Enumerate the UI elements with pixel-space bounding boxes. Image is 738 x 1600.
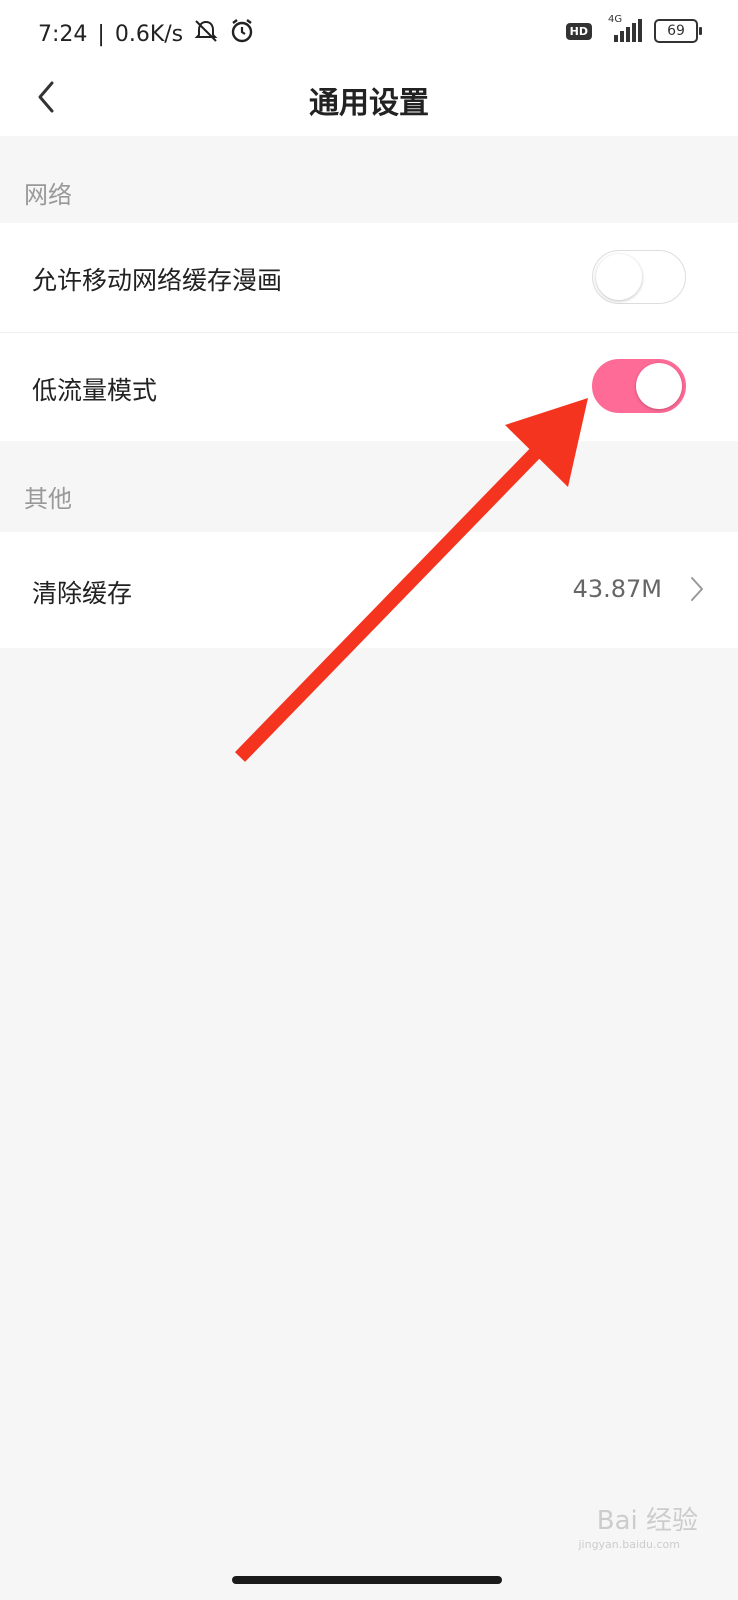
hd-badge: HD (565, 22, 592, 40)
signal-icon: 4G (602, 14, 644, 44)
alarm-icon (229, 18, 255, 50)
status-time: 7:24 (38, 21, 88, 47)
status-bar: 7:24 | 0.6K/s HD 4G 69 (0, 0, 738, 62)
setting-row-mobile-cache[interactable]: 允许移动网络缓存漫画 (0, 223, 738, 332)
clear-cache-label: 清除缓存 (32, 579, 133, 608)
status-left: 7:24 | 0.6K/s (38, 18, 255, 50)
section-header-network: 网络 (24, 181, 72, 209)
low-data-mode-label: 低流量模式 (32, 376, 158, 405)
setting-row-low-data-mode[interactable]: 低流量模式 (0, 333, 738, 441)
nav-bar: 通用设置 (0, 62, 738, 136)
mute-icon (193, 18, 219, 50)
toggle-knob (636, 363, 682, 409)
page-title: 通用设置 (309, 86, 429, 121)
low-data-mode-toggle[interactable] (592, 359, 686, 413)
battery-level: 69 (667, 23, 685, 39)
status-separator: | (97, 21, 105, 47)
watermark-logo: Bai 经验 (596, 1506, 698, 1536)
section-header-other: 其他 (24, 485, 72, 513)
home-indicator[interactable] (232, 1576, 502, 1584)
battery-icon: 69 (654, 19, 702, 43)
network-speed: 0.6K/s (114, 21, 184, 47)
status-right: HD 4G 69 (565, 14, 702, 44)
watermark-url: jingyan.baidu.com (578, 1538, 680, 1551)
mobile-cache-toggle[interactable] (592, 250, 686, 304)
mobile-cache-label: 允许移动网络缓存漫画 (32, 266, 283, 295)
setting-row-clear-cache[interactable]: 清除缓存 43.87M (0, 532, 738, 648)
cache-size-value: 43.87M (572, 575, 662, 603)
toggle-knob (596, 254, 642, 300)
chevron-right-icon (691, 577, 703, 601)
